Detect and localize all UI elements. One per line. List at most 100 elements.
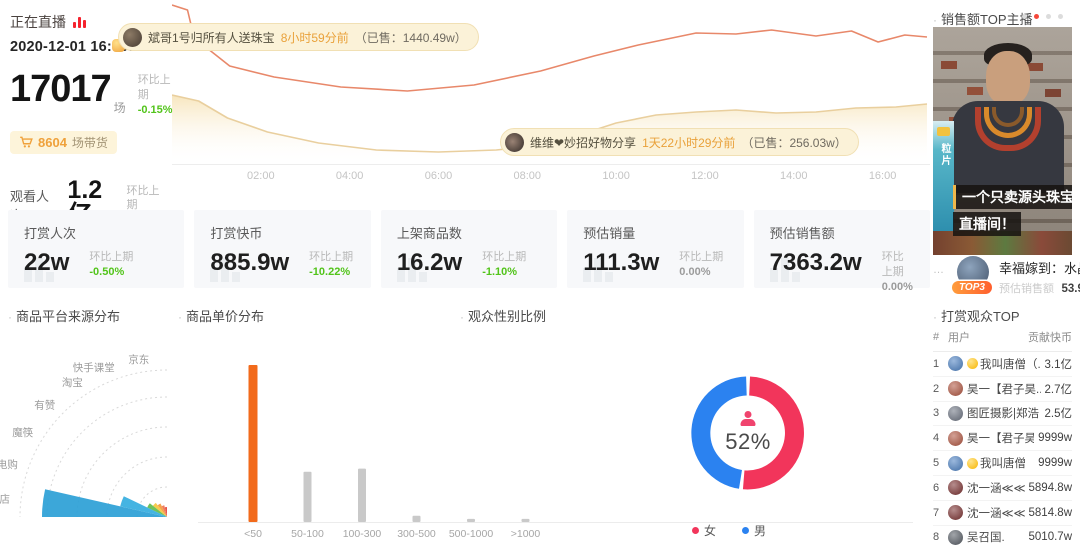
user-name: 昊一【君子昊... [967, 433, 1035, 446]
reward-top-table: # 用户 贡献快币 1 我叫唐僧（... 3.1亿 2 昊一【君子昊... 2.7亿 3 图匠… [933, 326, 1072, 547]
row-rank: 2 [933, 382, 940, 395]
price-bar-<50 [248, 365, 258, 522]
change-value: 0.00% [881, 280, 913, 293]
sessions-stat: 17017 场 环比上期 -0.15% [10, 68, 173, 118]
carousel-dot-3[interactable] [1046, 14, 1051, 19]
anchor-video-thumbnail[interactable]: 粒片 一个只卖源头珠宝的 直播间！ [933, 27, 1072, 255]
stat-card-change: 环比上期 -1.10% [482, 250, 526, 280]
stat-card-change: 环比上期 -10.22% [309, 250, 353, 280]
person-icon [739, 411, 757, 426]
coin-value: 5010.7w [1028, 531, 1072, 544]
row-rank: 3 [933, 407, 940, 420]
change-label: 环比上期 [881, 251, 904, 278]
row-rank: 6 [933, 481, 940, 494]
stat-card-title: 上架商品数 [396, 226, 462, 241]
table-row[interactable]: 6 沈一涵≪≪ 5894.8w [933, 476, 1072, 501]
anchor-avatar [505, 132, 524, 152]
cart-icon [20, 136, 33, 148]
stat-card-value: 7363.2w [769, 249, 862, 276]
user-avatar [948, 505, 963, 521]
change-value: 0.00% [679, 265, 711, 278]
bottle-cap [937, 127, 950, 136]
live-dashboard: 正在直播 2020-12-01 16:59:40 17017 场 环比上期 -0… [0, 0, 1080, 547]
stat-card-title: 预估销量 [583, 226, 636, 241]
gender-percent-label: 52% [725, 429, 771, 454]
table-row[interactable]: 7 沈一涵≪≪ 5814.8w [933, 501, 1072, 526]
stat-card-value: 111.3w [583, 249, 660, 276]
ecommerce-sessions-suffix: 场带货 [71, 135, 108, 150]
coin-value: 5894.8w [1028, 481, 1072, 494]
table-row[interactable]: 5 我叫唐僧（... 9999w [933, 451, 1072, 476]
title-dot: · [460, 310, 464, 324]
sessions-count: 17017 [10, 68, 112, 110]
coin-value: 5814.8w [1028, 506, 1072, 519]
user-avatar [948, 356, 963, 372]
change-value: -1.10% [482, 265, 518, 278]
stat-card-main: 7363.2w 环比上期 0.00% [770, 251, 914, 295]
reward-top-title: · 打赏观众TOP [933, 309, 1020, 324]
title-dot: · [8, 310, 12, 324]
table-row[interactable]: 4 昊一【君子昊...9999w [933, 426, 1072, 452]
stat-card-change: 环比上期 0.00% [882, 250, 914, 295]
x-axis-label: 02:00 [247, 170, 275, 182]
product-image-strip: 粒片 [933, 121, 954, 231]
change-label: 环比上期 [89, 251, 134, 263]
carousel-dot-4[interactable] [1058, 14, 1063, 19]
table-row[interactable]: 2 昊一【君子昊... 2.7亿 [933, 377, 1072, 402]
rose-category-label: 闪电购 [0, 458, 18, 471]
stat-card-main: 111.3w 环比上期 0.00% [583, 251, 727, 280]
price-bar-100-300 [358, 468, 366, 522]
annotation-top-sale-1[interactable]: 斌哥1号归所有人送珠宝 8小时59分前 （已售：1440.49w） [118, 23, 479, 51]
user-name: 沈一涵≪≪ [967, 507, 1025, 520]
price-bar-label: 500-1000 [449, 528, 494, 540]
legend-label: 男 [754, 524, 767, 538]
price-bar-label: >1000 [511, 528, 541, 540]
user-avatar [948, 529, 963, 545]
stat-card-main: 22w 环比上期 -0.50% [24, 251, 168, 280]
title-dot: · [933, 13, 937, 27]
table-row[interactable]: 1 我叫唐僧（... 3.1亿 [933, 352, 1072, 377]
legend-dot [742, 527, 750, 534]
legend-dot [692, 527, 699, 534]
stat-card-value: 16.2w [396, 249, 463, 276]
reward-table-header: # 用户 贡献快币 [933, 326, 1072, 352]
top3-anchor-name: 幸福嫁到：水晶… [999, 261, 1080, 276]
gender-legend-item: 女 [692, 522, 716, 539]
x-axis-label: 16:00 [869, 170, 897, 182]
price-bar-500-1000 [467, 518, 475, 522]
stat-card-main: 885.9w 环比上期 -10.22% [210, 251, 354, 280]
gender-ratio-title: · 观众性别比例 [460, 309, 547, 324]
user-avatar [948, 455, 963, 471]
col-user: 用户 [948, 332, 970, 344]
top3-anchor-row[interactable]: … TOP3 幸福嫁到：水晶… 预估销售额 53.98w [933, 256, 1080, 298]
video-caption-line1: 一个只卖源头珠宝的 [953, 185, 1072, 209]
carousel-dot-1[interactable] [1022, 14, 1027, 19]
rose-category-label: 京东 [128, 353, 149, 366]
gender-legend-item: 男 [742, 522, 766, 539]
reward-table-body: 1 我叫唐僧（... 3.1亿 2 昊一【君子昊... 2.7亿 3 图匠摄影|郑浩 2.5亿 4… [933, 352, 1072, 547]
top-anchor-title: · 销售额TOP主播 [933, 12, 1033, 27]
top3-rank-badge: TOP3 [952, 281, 992, 294]
coin-value: 3.1亿 [1044, 358, 1073, 371]
stat-card: 打赏快币 885.9w 环比上期 -10.22% [194, 210, 371, 288]
stat-card-value: 885.9w [210, 249, 290, 276]
carousel-dot-2[interactable] [1034, 14, 1039, 19]
change-label: 环比上期 [679, 251, 724, 263]
video-caption-line2: 直播间！ [953, 212, 1021, 236]
gender-legend: 女男 [692, 522, 766, 539]
more-indicator: … [933, 264, 945, 276]
stat-card-title: 打赏人次 [24, 226, 77, 241]
price-bar->1000 [521, 518, 530, 522]
legend-label: 女 [704, 524, 717, 538]
change-label: 环比上期 [309, 251, 354, 263]
table-row[interactable]: 8 吴召国. 5010.7w [933, 526, 1072, 547]
anchor-avatar [123, 27, 142, 47]
table-row[interactable]: 3 图匠摄影|郑浩 2.5亿 [933, 402, 1072, 427]
user-name: 昊一【君子昊... [967, 383, 1041, 396]
live-bars-icon [73, 16, 86, 28]
price-bar-300-500 [412, 515, 421, 522]
annotation-top-sale-2[interactable]: 维维❤妙招好物分享 1天22小时29分前 （已售：256.03w） [500, 128, 859, 156]
price-bar-label: 300-500 [397, 528, 436, 540]
gender-donut-chart: 52% [683, 368, 813, 498]
x-axis-label: 04:00 [336, 170, 364, 182]
